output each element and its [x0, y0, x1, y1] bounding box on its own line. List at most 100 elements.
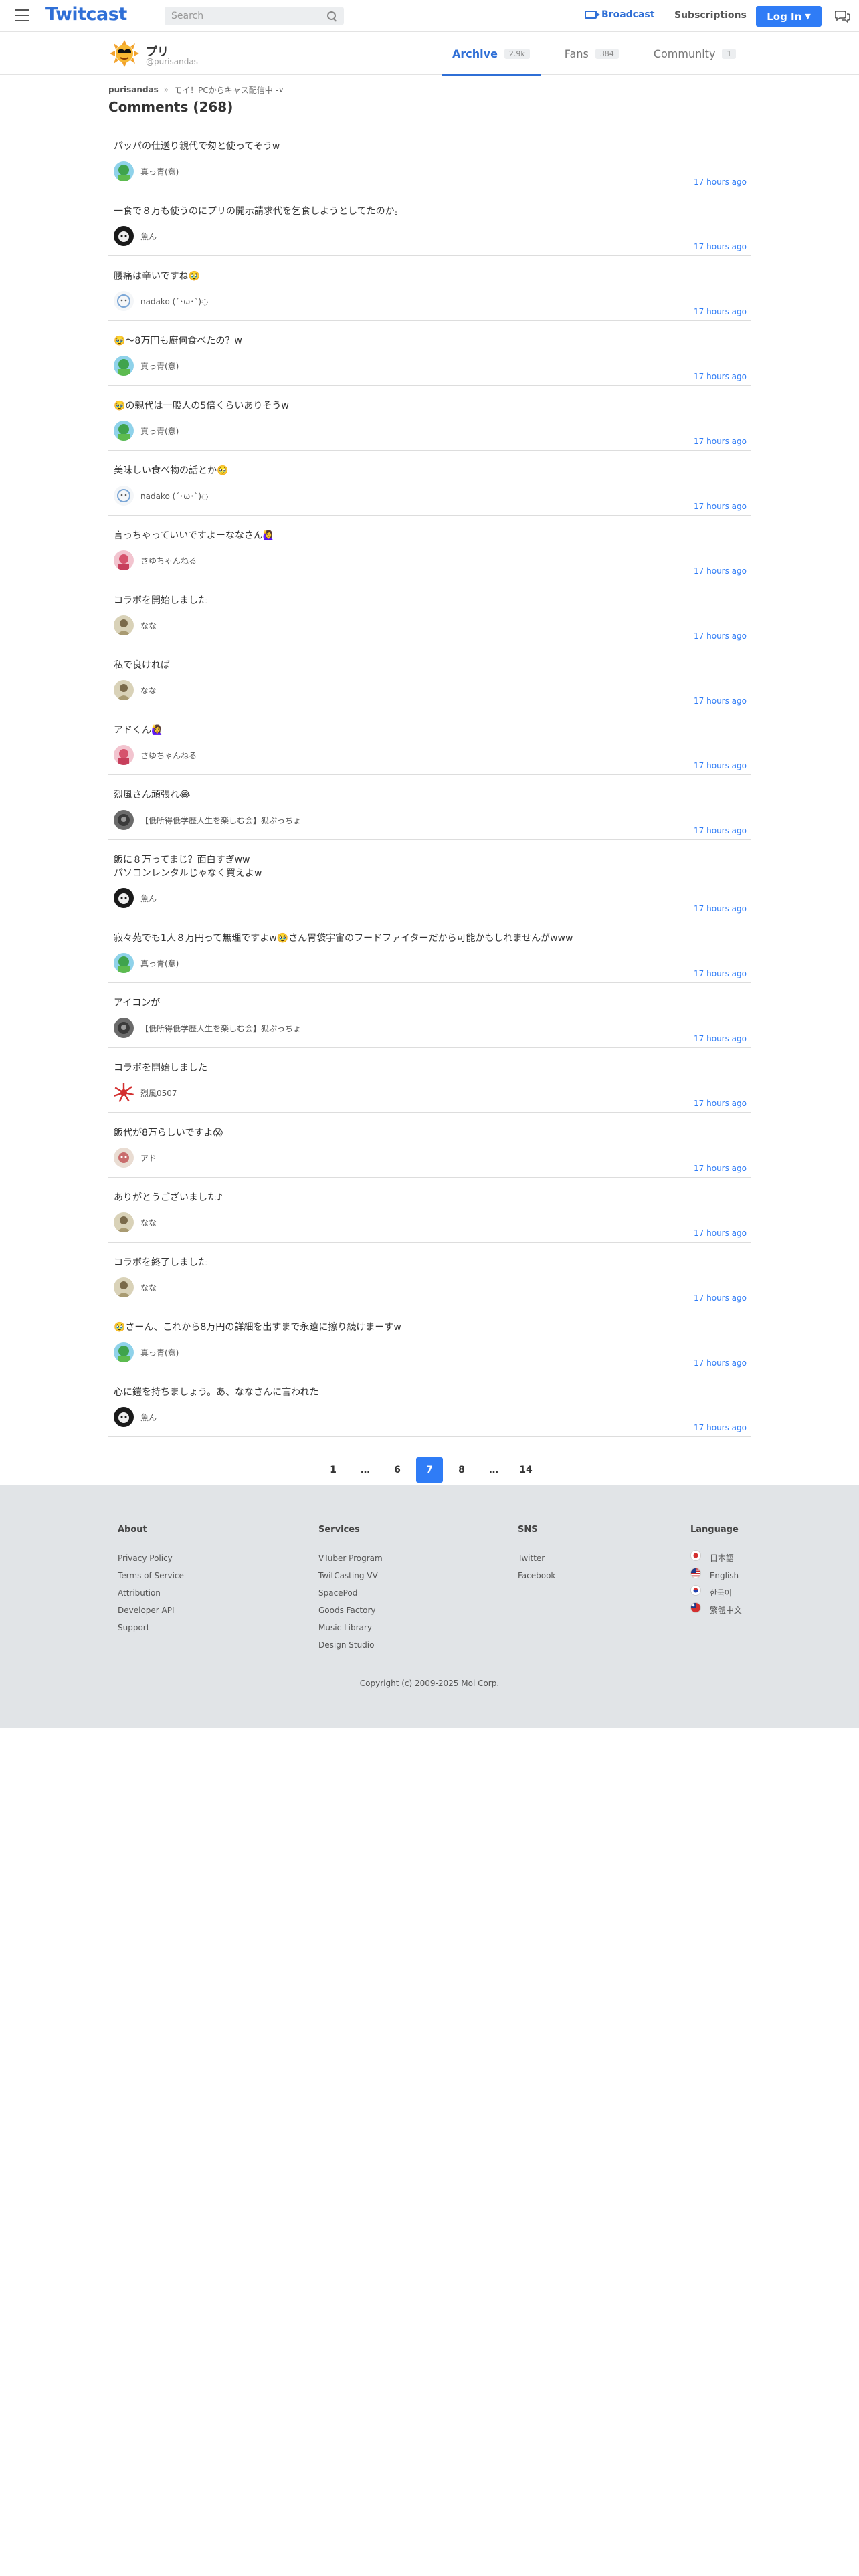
comment-author[interactable]: 真っ青(意)	[114, 161, 744, 181]
avatar[interactable]	[114, 356, 134, 376]
comment-author-name[interactable]: 魚ん	[140, 893, 157, 904]
comment-author-name[interactable]: なな	[140, 685, 157, 696]
comment-timestamp[interactable]: 17 hours ago	[694, 437, 747, 446]
comment-author[interactable]: 真っ青(意)	[114, 953, 744, 973]
pagination-page[interactable]: 14	[512, 1457, 539, 1483]
avatar[interactable]	[114, 1083, 134, 1103]
broadcast-button[interactable]: Broadcast	[585, 9, 654, 20]
comment-author[interactable]: 【低所得低学歴人生を楽しむ会】狐ぷっちょ	[114, 810, 744, 830]
comment-timestamp[interactable]: 17 hours ago	[694, 502, 747, 511]
avatar[interactable]	[114, 1342, 134, 1362]
comment-author-name[interactable]: 真っ青(意)	[140, 360, 179, 372]
pagination-page[interactable]: 7	[416, 1457, 443, 1483]
search-icon[interactable]	[326, 11, 337, 21]
comment-timestamp[interactable]: 17 hours ago	[694, 904, 747, 914]
comment-timestamp[interactable]: 17 hours ago	[694, 1423, 747, 1432]
comment-author[interactable]: nadako (´･ω･`)◌	[114, 291, 744, 311]
comment-timestamp[interactable]: 17 hours ago	[694, 242, 747, 251]
comment-timestamp[interactable]: 17 hours ago	[694, 1099, 747, 1108]
comment-timestamp[interactable]: 17 hours ago	[694, 1293, 747, 1303]
comment-author[interactable]: なな	[114, 615, 744, 635]
comment-author[interactable]: 真っ青(意)	[114, 1342, 744, 1362]
comment-author-name[interactable]: 烈風0507	[140, 1087, 177, 1099]
comment-author[interactable]: さゆちゃんねる	[114, 550, 744, 570]
footer-link[interactable]: Facebook	[518, 1567, 555, 1584]
tab-archive[interactable]: Archive 2.9k	[442, 32, 541, 76]
avatar[interactable]	[114, 745, 134, 765]
avatar[interactable]	[114, 953, 134, 973]
language-option[interactable]: 한국어	[690, 1584, 742, 1602]
comment-author-name[interactable]: 真っ青(意)	[140, 166, 179, 177]
comment-timestamp[interactable]: 17 hours ago	[694, 566, 747, 576]
comment-author-name[interactable]: 真っ青(意)	[140, 958, 179, 969]
pagination-page[interactable]: 1	[320, 1457, 347, 1483]
subscriptions-link[interactable]: Subscriptions	[674, 10, 747, 21]
tab-fans[interactable]: Fans 384	[554, 32, 630, 75]
footer-link[interactable]: TwitCasting VV	[318, 1567, 383, 1584]
avatar[interactable]	[114, 888, 134, 908]
comment-author[interactable]: さゆちゃんねる	[114, 745, 744, 765]
comment-author[interactable]: アド	[114, 1148, 744, 1168]
comment-author-name[interactable]: 真っ青(意)	[140, 1347, 179, 1358]
comment-author[interactable]: 烈風0507	[114, 1083, 744, 1103]
comment-author[interactable]: なな	[114, 680, 744, 700]
comment-timestamp[interactable]: 17 hours ago	[694, 631, 747, 641]
comment-timestamp[interactable]: 17 hours ago	[694, 761, 747, 770]
avatar[interactable]	[114, 1148, 134, 1168]
comment-timestamp[interactable]: 17 hours ago	[694, 1358, 747, 1368]
avatar[interactable]	[114, 1212, 134, 1232]
avatar[interactable]	[114, 421, 134, 441]
comment-author[interactable]: なな	[114, 1277, 744, 1297]
comment-author-name[interactable]: さゆちゃんねる	[140, 750, 197, 761]
footer-link[interactable]: Attribution	[118, 1584, 184, 1602]
comment-author[interactable]: nadako (´･ω･`)◌	[114, 486, 744, 506]
footer-link[interactable]: Twitter	[518, 1549, 555, 1567]
avatar[interactable]	[114, 486, 134, 506]
comment-author[interactable]: 【低所得低学歴人生を楽しむ会】狐ぷっちょ	[114, 1018, 744, 1038]
footer-link[interactable]: Design Studio	[318, 1636, 383, 1654]
footer-link[interactable]: Support	[118, 1619, 184, 1636]
avatar[interactable]	[114, 226, 134, 246]
tab-community[interactable]: Community 1	[643, 32, 747, 75]
comment-timestamp[interactable]: 17 hours ago	[694, 1164, 747, 1173]
support-chat-icon[interactable]	[835, 9, 851, 23]
search-box[interactable]	[165, 7, 344, 25]
pagination-page[interactable]: 6	[384, 1457, 411, 1483]
comment-timestamp[interactable]: 17 hours ago	[694, 696, 747, 706]
comment-author-name[interactable]: なな	[140, 1217, 157, 1228]
chevron-down-icon[interactable]: ∨	[278, 85, 284, 94]
language-option[interactable]: English	[690, 1567, 742, 1584]
comment-author[interactable]: 魚ん	[114, 888, 744, 908]
comment-author[interactable]: なな	[114, 1212, 744, 1232]
comment-timestamp[interactable]: 17 hours ago	[694, 307, 747, 316]
comment-author-name[interactable]: 魚ん	[140, 1412, 157, 1423]
comment-timestamp[interactable]: 17 hours ago	[694, 969, 747, 978]
hamburger-menu-icon[interactable]	[15, 9, 29, 21]
comment-author-name[interactable]: nadako (´･ω･`)◌	[140, 490, 209, 502]
comment-author[interactable]: 真っ青(意)	[114, 421, 744, 441]
footer-link[interactable]: Music Library	[318, 1619, 383, 1636]
twitcast-logo[interactable]: Twitcast	[45, 4, 127, 25]
avatar[interactable]	[114, 161, 134, 181]
avatar[interactable]	[114, 1277, 134, 1297]
comment-author-name[interactable]: 魚ん	[140, 231, 157, 242]
avatar[interactable]	[114, 550, 134, 570]
avatar[interactable]	[114, 810, 134, 830]
profile-avatar[interactable]	[108, 40, 140, 67]
comment-timestamp[interactable]: 17 hours ago	[694, 372, 747, 381]
comment-author-name[interactable]: さゆちゃんねる	[140, 555, 197, 566]
language-option[interactable]: 繁體中文	[690, 1602, 742, 1619]
footer-link[interactable]: Developer API	[118, 1602, 184, 1619]
breadcrumb-current-live[interactable]: モイ！PCからキャス配信中 -	[174, 84, 278, 96]
language-option[interactable]: 日本語	[690, 1549, 742, 1567]
comment-author-name[interactable]: nadako (´･ω･`)◌	[140, 296, 209, 307]
avatar[interactable]	[114, 291, 134, 311]
comment-author[interactable]: 魚ん	[114, 226, 744, 246]
comment-timestamp[interactable]: 17 hours ago	[694, 177, 747, 187]
comment-author-name[interactable]: アド	[140, 1152, 157, 1164]
comment-author[interactable]: 真っ青(意)	[114, 356, 744, 376]
comment-author-name[interactable]: 【低所得低学歴人生を楽しむ会】狐ぷっちょ	[140, 815, 301, 826]
search-input[interactable]	[171, 11, 326, 21]
avatar[interactable]	[114, 680, 134, 700]
footer-link[interactable]: SpacePod	[318, 1584, 383, 1602]
